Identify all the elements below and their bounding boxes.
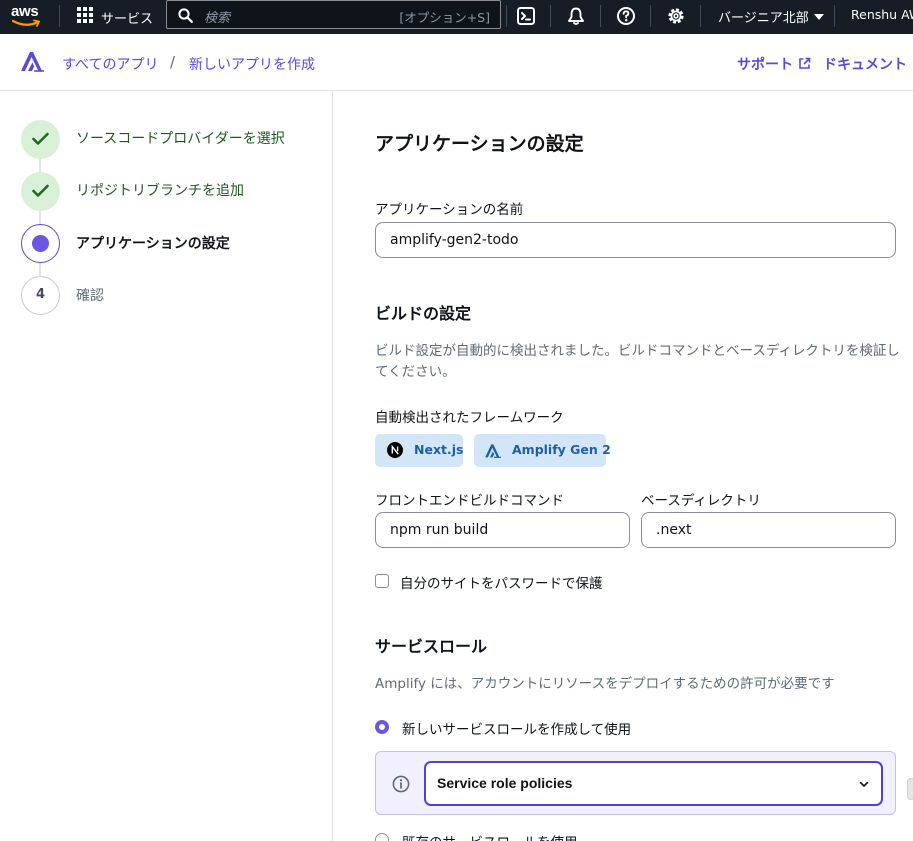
step-2-label[interactable]: リポジトリブランチを追加 [76, 180, 244, 200]
aws-smile-icon [12, 19, 41, 27]
nav-divider [600, 5, 601, 27]
framework-chip-label: Amplify Gen 2 [512, 442, 611, 457]
region-selector[interactable]: バージニア北部 [718, 7, 824, 26]
support-link[interactable]: サポート [737, 54, 811, 74]
region-label: バージニア北部 [718, 11, 809, 26]
step-2-complete-indicator [21, 172, 60, 211]
build-settings-description: ビルド設定が自動的に検出されました。ビルドコマンドとベースディレクトリを検証して… [375, 343, 900, 380]
global-search-input[interactable]: 検索 [オプション+S] [166, 0, 501, 29]
build-command-label: フロントエンドビルドコマンド [375, 493, 564, 509]
existing-service-role-radio[interactable] [375, 833, 389, 841]
chevron-down-icon [859, 781, 869, 788]
help-icon[interactable] [616, 6, 636, 26]
service-role-heading: サービスロール [375, 637, 488, 656]
step-4-label: 確認 [76, 288, 104, 304]
services-menu-label[interactable]: サービス [101, 8, 153, 27]
documentation-link[interactable]: ドキュメント [823, 54, 907, 74]
amplify-logo-icon [485, 444, 501, 458]
external-link-icon [799, 57, 811, 69]
framework-chip-label: Next.js [414, 442, 464, 457]
support-link-label: サポート [737, 57, 793, 73]
step-connector [39, 211, 41, 225]
app-name-label: アプリケーションの名前 [375, 202, 524, 218]
notifications-bell-icon[interactable] [566, 6, 586, 26]
service-role-policies-expander[interactable]: Service role policies [424, 761, 883, 806]
nav-divider [650, 5, 651, 27]
base-directory-input[interactable]: .next [641, 512, 896, 548]
step-1-label[interactable]: ソースコードプロバイダーを選択 [76, 128, 285, 148]
build-command-input[interactable]: npm run build [375, 512, 630, 548]
nav-divider [550, 5, 551, 27]
password-protect-label[interactable]: 自分のサイトをパスワードで保護 [400, 572, 603, 592]
aws-logo-text: aws [11, 3, 39, 20]
framework-chip-nextjs: Next.js [375, 434, 463, 467]
current-step-dot [32, 235, 49, 252]
account-menu[interactable]: Renshu AW [851, 7, 913, 22]
scrollbar-handle[interactable] [907, 778, 913, 800]
nav-divider [59, 5, 60, 27]
breadcrumb-all-apps[interactable]: すべてのアプリ [62, 54, 158, 74]
new-service-role-label[interactable]: 新しいサービスロールを作成して使用 [402, 718, 631, 738]
page-title: アプリケーションの設定 [375, 133, 584, 155]
step-3-label: アプリケーションの設定 [76, 236, 230, 252]
step-3-current-indicator [21, 224, 60, 263]
step-1-complete-indicator [21, 120, 60, 159]
existing-service-role-label[interactable]: 既存のサービスロールを使用 [402, 831, 578, 841]
main-content: アプリケーションの設定 アプリケーションの名前 amplify-gen2-tod… [334, 91, 913, 841]
top-navigation-bar: aws サービス 検索 [オプション+S] バージニア北部 Renshu A [0, 0, 913, 34]
breadcrumb-separator: / [170, 53, 176, 71]
aws-logo[interactable]: aws [10, 3, 44, 29]
breadcrumb-bar: すべてのアプリ / 新しいアプリを作成 サポート ドキュメント [0, 34, 913, 91]
services-grid-icon[interactable] [77, 7, 93, 23]
password-protect-checkbox[interactable] [375, 574, 389, 588]
cloudshell-icon[interactable] [516, 6, 536, 26]
service-role-description: Amplify には、アカウントにリソースをデプロイするための許可が必要です [375, 676, 835, 692]
framework-chip-amplify-gen2: Amplify Gen 2 [474, 434, 611, 467]
amplify-logo-icon[interactable] [20, 50, 45, 72]
nav-divider [834, 5, 835, 27]
nav-divider [506, 5, 507, 27]
breadcrumb-new-app[interactable]: 新しいアプリを作成 [189, 54, 315, 74]
search-shortcut-hint: [オプション+S] [399, 10, 490, 25]
step-connector [39, 159, 41, 173]
info-icon [392, 775, 410, 793]
service-role-policies-title: Service role policies [437, 775, 573, 791]
search-placeholder: 検索 [204, 11, 231, 26]
caret-down-icon [813, 14, 824, 20]
wizard-steps-nav: ソースコードプロバイダーを選択 リポジトリブランチを追加 アプリケーションの設定… [0, 91, 333, 841]
checkmark-icon [32, 132, 49, 145]
app-name-input[interactable]: amplify-gen2-todo [375, 222, 896, 258]
settings-gear-icon[interactable] [666, 6, 686, 26]
nextjs-logo-icon [387, 442, 403, 458]
step-4-number: 4 [21, 276, 60, 315]
checkmark-icon [32, 184, 49, 197]
nav-divider [700, 5, 701, 27]
step-connector [39, 263, 41, 277]
frameworks-label: 自動検出されたフレームワーク [375, 410, 564, 426]
service-role-policies-panel: Service role policies [375, 751, 896, 815]
build-settings-heading: ビルドの設定 [375, 304, 472, 323]
base-directory-label: ベースディレクトリ [641, 493, 761, 509]
search-icon [178, 8, 193, 23]
new-service-role-radio[interactable] [375, 720, 389, 734]
